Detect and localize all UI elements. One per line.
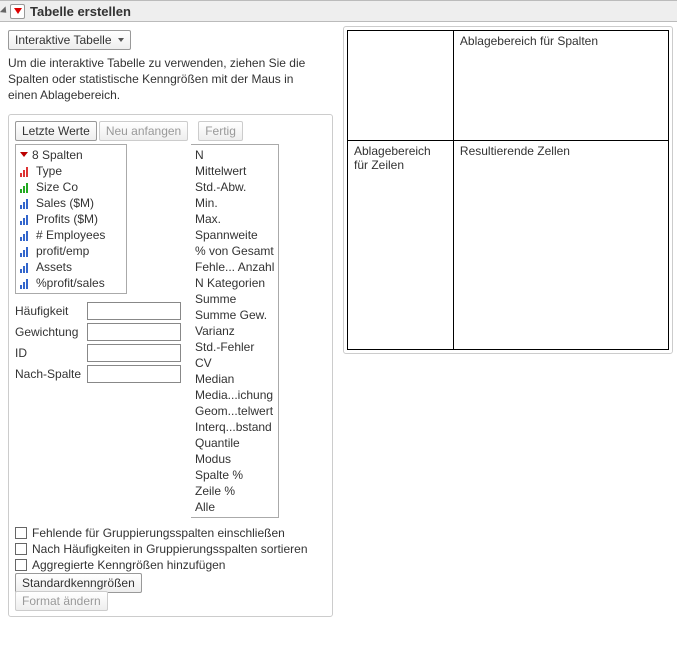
stat-item[interactable]: Quantile — [195, 435, 274, 451]
stat-item[interactable]: Min. — [195, 195, 274, 211]
stat-item[interactable]: Geom...telwert — [195, 403, 274, 419]
stat-item[interactable]: Summe — [195, 291, 274, 307]
column-type-icon — [20, 230, 32, 240]
stat-item[interactable]: Median — [195, 371, 274, 387]
drop-zone-panel: Ablagebereich für Spalten Ablagebereich … — [343, 26, 673, 354]
stat-item[interactable]: Alle — [195, 499, 274, 515]
stat-item[interactable]: N — [195, 147, 274, 163]
column-item[interactable]: profit/emp — [20, 243, 124, 259]
dropzone-rows-label: Ablagebereich für Zeilen — [354, 144, 431, 172]
last-values-button[interactable]: Letzte Werte — [15, 121, 97, 141]
columns-list[interactable]: 8 Spalten Type Size Co Sales ($M) Profits (… — [15, 144, 127, 294]
by-input[interactable] — [87, 365, 181, 383]
stats-list[interactable]: NMittelwertStd.-Abw.Min.Max.Spannweite% … — [191, 144, 279, 518]
stat-item[interactable]: Spalte % — [195, 467, 274, 483]
stat-item[interactable]: Zeile % — [195, 483, 274, 499]
missing-checkbox[interactable] — [15, 527, 27, 539]
column-item[interactable]: Sales ($M) — [20, 195, 124, 211]
column-item[interactable]: Size Co — [20, 179, 124, 195]
agg-label: Aggregierte Kenngrößen hinzufügen — [32, 558, 225, 572]
stat-item[interactable]: Mittelwert — [195, 163, 274, 179]
config-box: Letzte Werte Neu anfangen Fertig 8 Spalt… — [8, 114, 333, 617]
stat-item[interactable]: Fehle... Anzahl — [195, 259, 274, 275]
table-type-dropdown[interactable]: Interaktive Tabelle — [8, 30, 131, 50]
column-label: Type — [36, 164, 62, 178]
stat-item[interactable]: Media...ichung — [195, 387, 274, 403]
id-label: ID — [15, 346, 87, 360]
hotspot-menu-button[interactable] — [10, 4, 25, 19]
dropzone-columns-label: Ablagebereich für Spalten — [460, 34, 598, 48]
column-type-icon — [20, 278, 32, 288]
stat-item[interactable]: Spannweite — [195, 227, 274, 243]
stat-item[interactable]: Modus — [195, 451, 274, 467]
column-item[interactable]: # Employees — [20, 227, 124, 243]
column-type-icon — [20, 182, 32, 192]
column-item[interactable]: Profits ($M) — [20, 211, 124, 227]
stat-item[interactable]: % von Gesamt — [195, 243, 274, 259]
column-label: profit/emp — [36, 244, 89, 258]
columns-list-header[interactable]: 8 Spalten — [20, 147, 124, 163]
dropzone-cells[interactable]: Resultierende Zellen — [453, 141, 668, 350]
freq-input[interactable] — [87, 302, 181, 320]
columns-count-label: 8 Spalten — [32, 148, 83, 162]
id-input[interactable] — [87, 344, 181, 362]
agg-checkbox[interactable] — [15, 559, 27, 571]
column-type-icon — [20, 214, 32, 224]
stat-item[interactable]: Interq...bstand — [195, 419, 274, 435]
stat-item[interactable]: Varianz — [195, 323, 274, 339]
panel-title: Tabelle erstellen — [30, 4, 131, 19]
missing-label: Fehlende für Gruppierungsspalten einschl… — [32, 526, 285, 540]
column-label: Profits ($M) — [36, 212, 98, 226]
dropzone-cells-label: Resultierende Zellen — [460, 144, 570, 158]
dropzone-rows[interactable]: Ablagebereich für Zeilen — [348, 141, 454, 350]
panel-header: Tabelle erstellen — [0, 0, 677, 22]
column-item[interactable]: %profit/sales — [20, 275, 124, 291]
column-item[interactable]: Type — [20, 163, 124, 179]
weight-input[interactable] — [87, 323, 181, 341]
column-type-icon — [20, 246, 32, 256]
column-label: # Employees — [36, 228, 105, 242]
column-item[interactable]: Assets — [20, 259, 124, 275]
hotspot-triangle-icon — [14, 8, 22, 14]
default-stats-button[interactable]: Standardkenngrößen — [15, 573, 142, 593]
description-text: Um die interaktive Tabelle zu verwenden,… — [8, 55, 318, 104]
chevron-down-icon — [118, 38, 124, 42]
disclosure-triangle-icon[interactable] — [0, 6, 9, 15]
column-label: %profit/sales — [36, 276, 105, 290]
freq-label: Häufigkeit — [15, 304, 87, 318]
sort-checkbox[interactable] — [15, 543, 27, 555]
sort-label: Nach Häufigkeiten in Gruppierungsspalten… — [32, 542, 308, 556]
stat-item[interactable]: Std.-Fehler — [195, 339, 274, 355]
dropzone-top-left[interactable] — [348, 31, 454, 141]
done-button: Fertig — [198, 121, 243, 141]
stat-item[interactable]: Max. — [195, 211, 274, 227]
start-over-button: Neu anfangen — [99, 121, 188, 141]
column-type-icon — [20, 198, 32, 208]
stat-item[interactable]: N Kategorien — [195, 275, 274, 291]
weight-label: Gewichtung — [15, 325, 87, 339]
column-label: Size Co — [36, 180, 78, 194]
table-type-label: Interaktive Tabelle — [15, 33, 112, 47]
column-label: Sales ($M) — [36, 196, 94, 210]
dropzone-columns[interactable]: Ablagebereich für Spalten — [453, 31, 668, 141]
column-type-icon — [20, 166, 32, 176]
stat-item[interactable]: Summe Gew. — [195, 307, 274, 323]
column-type-icon — [20, 262, 32, 272]
by-label: Nach-Spalte — [15, 367, 87, 381]
stat-item[interactable]: Std.-Abw. — [195, 179, 274, 195]
column-label: Assets — [36, 260, 72, 274]
column-selector-icon — [20, 152, 28, 157]
change-format-button: Format ändern — [15, 591, 108, 611]
stat-item[interactable]: CV — [195, 355, 274, 371]
